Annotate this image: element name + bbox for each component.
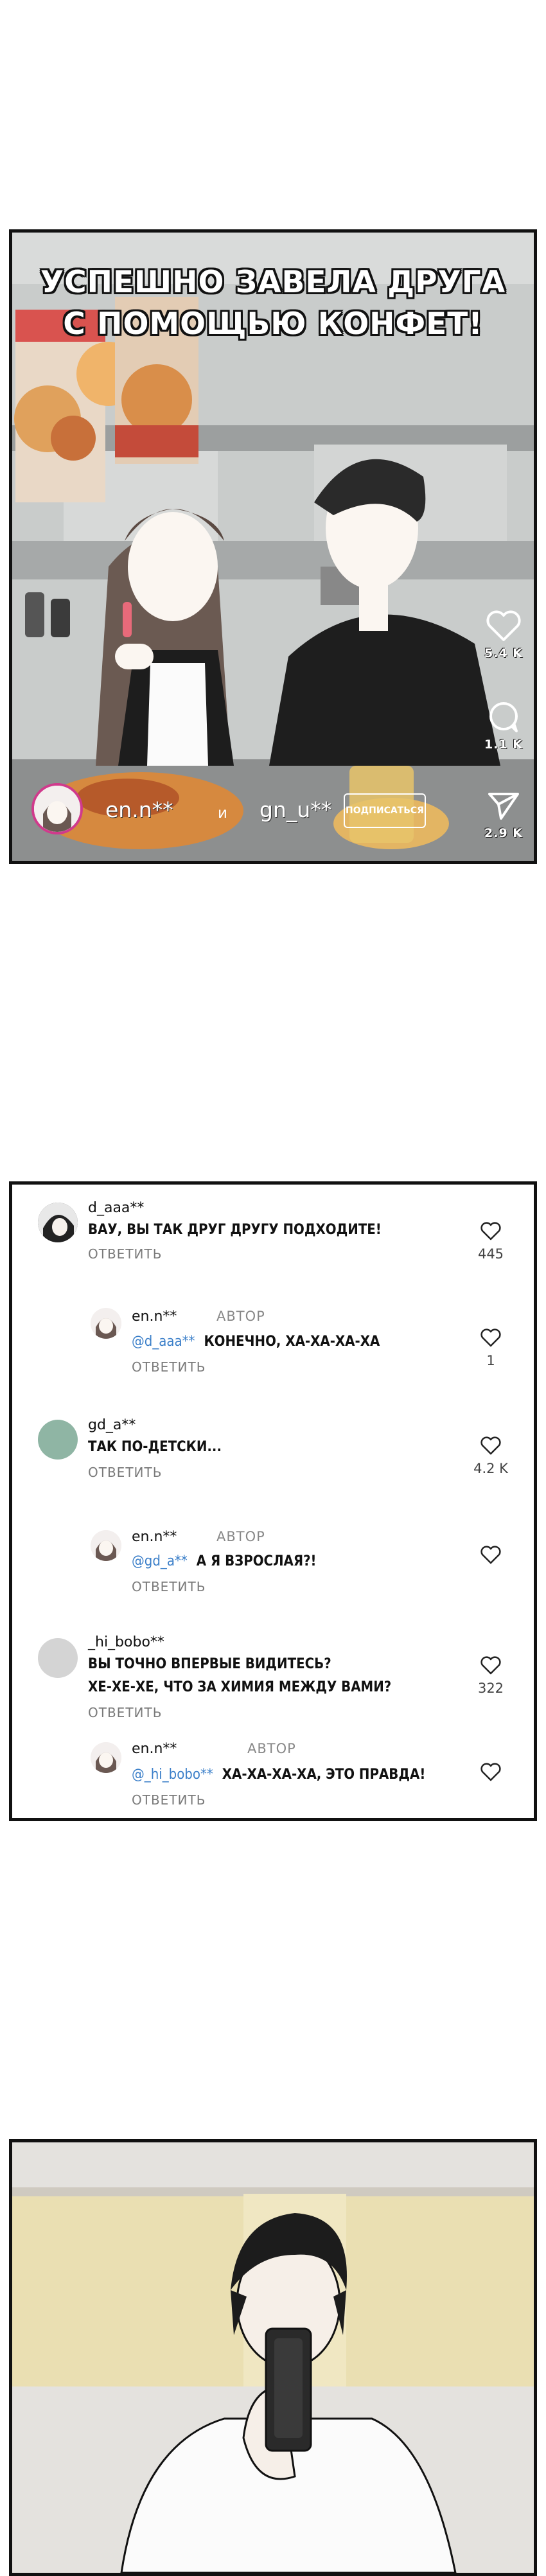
man-with-phone-illustration [12, 2142, 534, 2573]
share-button[interactable]: 2.9 K [481, 790, 526, 840]
reply-text: А Я ВЗРОСЛАЯ?! [196, 1553, 317, 1569]
reply-button[interactable]: ОТВЕТИТЬ [88, 1465, 162, 1480]
comment-username[interactable]: _hi_bobo** [88, 1634, 164, 1650]
heart-icon [480, 1436, 501, 1455]
comment-bubble-icon [489, 702, 518, 732]
send-icon [488, 793, 519, 820]
avatar[interactable] [38, 1203, 78, 1242]
mention-link[interactable]: @gd_a** [132, 1553, 188, 1569]
reply-username[interactable]: en.n** [132, 1309, 177, 1325]
heart-icon [486, 610, 521, 641]
avatar[interactable] [91, 1742, 121, 1773]
caption-line-2: С ПОМОЩЬЮ КОНФЕТ! [63, 306, 483, 342]
caption-line-1: УСПЕШНО ЗАВЕЛА ДРУГА [40, 265, 506, 300]
avatar[interactable] [38, 1420, 78, 1460]
author-joiner: и [218, 805, 227, 822]
reply-button[interactable]: ОТВЕТИТЬ [88, 1246, 162, 1262]
heart-icon [480, 1656, 501, 1675]
comment-like-button[interactable]: 4.2 K [471, 1436, 510, 1476]
avatar[interactable] [31, 783, 83, 834]
heart-icon [480, 1546, 501, 1564]
reply-text: ХА-ХА-ХА-ХА, ЭТО ПРАВДА! [222, 1767, 426, 1783]
mention-link[interactable]: @_hi_bobo** [132, 1767, 213, 1783]
author-username-b[interactable]: gn_u** [260, 797, 331, 822]
comment-count: 1.1 K [484, 737, 523, 752]
comment-text-line-1: ВЫ ТОЧНО ВПЕРВЫЕ ВИДИТЕСЬ? [88, 1656, 331, 1672]
avatar-illustration [38, 1203, 78, 1242]
author-badge: АВТОР [216, 1529, 265, 1544]
reply-username[interactable]: en.n** [132, 1741, 177, 1757]
comment-like-count: 445 [477, 1246, 504, 1262]
comment-like-count: 4.2 K [473, 1461, 508, 1476]
mention-link[interactable]: @d_aaa** [132, 1334, 195, 1350]
comment-text: ТАК ПО-ДЕТСКИ... [88, 1439, 222, 1455]
avatar-illustration [91, 1530, 121, 1561]
like-button[interactable]: 5.4 K [481, 610, 526, 660]
illustration-panel [9, 2139, 537, 2576]
comment-like-button[interactable] [471, 1546, 510, 1565]
heart-icon [480, 1222, 501, 1240]
author-username-a[interactable]: en.n** [105, 797, 173, 822]
avatar[interactable] [38, 1638, 78, 1678]
reply-button[interactable]: ОТВЕТИТЬ [132, 1792, 206, 1808]
comment-button[interactable]: 1.1 K [481, 700, 526, 752]
author-badge: АВТОР [247, 1741, 296, 1756]
share-count: 2.9 K [484, 826, 523, 840]
comment-like-button[interactable]: 1 [471, 1328, 510, 1368]
post-author-row: en.n** и gn_u** ПОДПИСАТЬСЯ [31, 783, 449, 841]
avatar[interactable] [91, 1308, 121, 1339]
avatar-illustration [91, 1308, 121, 1339]
heart-icon [480, 1328, 501, 1347]
reply-username[interactable]: en.n** [132, 1529, 177, 1545]
reply-button[interactable]: ОТВЕТИТЬ [88, 1705, 162, 1720]
comment-like-button[interactable]: 445 [471, 1222, 510, 1262]
reply-text: КОНЕЧНО, ХА-ХА-ХА-ХА [204, 1334, 380, 1350]
video-post-panel: УСПЕШНО ЗАВЕЛА ДРУГА С ПОМОЩЬЮ КОНФЕТ! 5… [9, 229, 537, 864]
avatar-illustration [91, 1742, 121, 1773]
comment-like-button[interactable]: 322 [471, 1656, 510, 1696]
comment-like-count: 322 [477, 1681, 504, 1696]
like-count: 5.4 K [484, 646, 523, 660]
reply-button[interactable]: ОТВЕТИТЬ [132, 1579, 206, 1594]
heart-icon [480, 1763, 501, 1781]
comment-username[interactable]: d_aaa** [88, 1200, 144, 1216]
follow-button[interactable]: ПОДПИСАТЬСЯ [344, 793, 426, 828]
author-badge: АВТОР [216, 1309, 265, 1324]
comment-text-line-2: ХЕ-ХЕ-ХЕ, ЧТО ЗА ХИМИЯ МЕЖДУ ВАМИ? [88, 1679, 392, 1695]
avatar-illustration [34, 786, 80, 832]
comment-like-count: 1 [486, 1353, 495, 1368]
comments-panel: d_aaa** ВАУ, ВЫ ТАК ДРУГ ДРУГУ ПОДХОДИТЕ… [9, 1181, 537, 1821]
comment-text: ВАУ, ВЫ ТАК ДРУГ ДРУГУ ПОДХОДИТЕ! [88, 1222, 382, 1238]
comment-like-button[interactable] [471, 1763, 510, 1782]
reply-button[interactable]: ОТВЕТИТЬ [132, 1359, 206, 1375]
comment-username[interactable]: gd_a** [88, 1417, 136, 1433]
avatar[interactable] [91, 1530, 121, 1561]
